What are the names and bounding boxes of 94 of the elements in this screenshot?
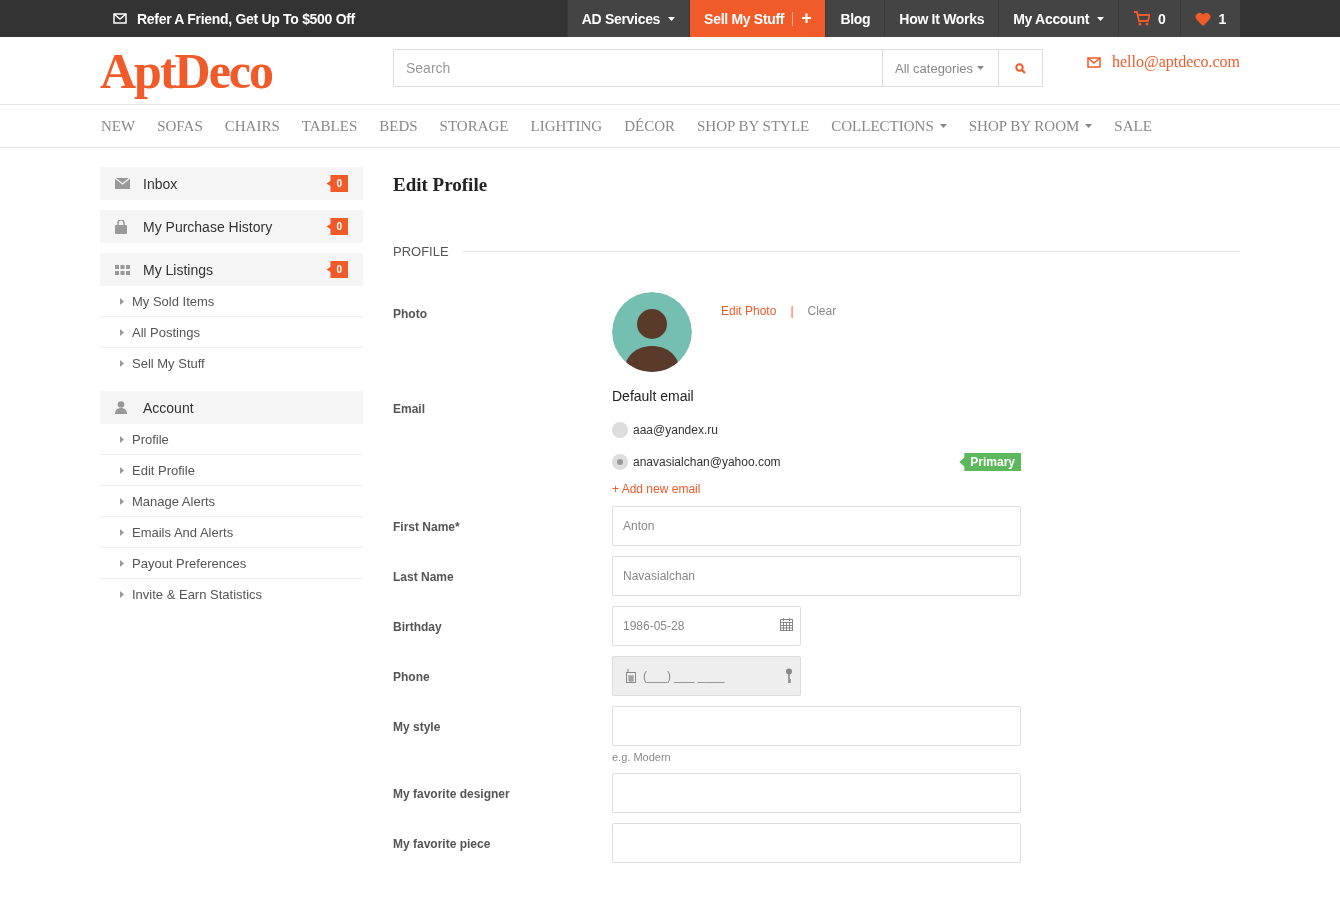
cart-icon [1133, 11, 1150, 26]
cart-link[interactable]: 0 [1118, 0, 1180, 37]
input-field[interactable] [612, 773, 1021, 813]
separator-text: | [790, 304, 794, 320]
caret-right-icon [120, 435, 124, 443]
sidebar-subitem[interactable]: Emails And Alerts [100, 517, 363, 548]
caret-right-icon [120, 466, 124, 474]
sidebar-item[interactable]: Account [100, 391, 363, 424]
sidebar-subitem[interactable]: All Postings [100, 317, 363, 348]
sidebar-item[interactable]: My Listings 0 [100, 253, 363, 286]
bag-icon [115, 219, 127, 234]
caret-icon [668, 16, 676, 21]
envelope-icon [113, 13, 127, 24]
category-link[interactable]: SHOP BY STYLE [697, 117, 810, 135]
sidebar-item[interactable]: My Purchase History 0 [100, 210, 363, 243]
category-link[interactable]: LIGHTING [530, 117, 603, 135]
top-nav-link[interactable]: How It Works [884, 0, 999, 37]
email-heading: Default email [612, 388, 695, 404]
field-label: My favorite piece [393, 836, 492, 851]
category-link[interactable]: DÉCOR [624, 117, 675, 135]
field-label: First Name* [393, 519, 461, 534]
top-nav-link[interactable]: Sell My Stuff + [689, 0, 826, 37]
field-label: Photo [393, 306, 428, 321]
input-field[interactable] [612, 823, 1021, 863]
caret-right-icon [120, 590, 124, 598]
add-email-link[interactable]: + Add new email [612, 482, 1240, 496]
caret-icon [1097, 16, 1104, 21]
caret-right-icon [120, 359, 124, 367]
category-link[interactable]: NEW [101, 117, 136, 135]
count-badge: 0 [326, 175, 348, 192]
caret-right-icon [120, 297, 124, 305]
field-label: Last Name [393, 569, 455, 584]
primary-badge: Primary [959, 453, 1021, 471]
category-link[interactable]: SOFAS [157, 117, 203, 135]
sidebar-subitem[interactable]: Invite & Earn Statistics [100, 579, 363, 609]
field-label: My style [393, 719, 442, 734]
caret-right-icon [120, 528, 124, 536]
field-label: Birthday [393, 619, 443, 634]
search-icon [1015, 62, 1026, 74]
sidebar-subitem[interactable]: Payout Preferences [100, 548, 363, 579]
calendar-icon [780, 618, 793, 631]
page-title: Edit Profile [393, 174, 489, 196]
sidebar-subitem[interactable]: Sell My Stuff [100, 348, 363, 378]
top-nav-link[interactable]: Blog [825, 0, 885, 37]
caret-icon [1085, 124, 1093, 128]
category-link[interactable]: TABLES [301, 117, 358, 135]
section-heading: PROFILE [393, 244, 449, 259]
category-dropdown[interactable]: All categories [882, 49, 998, 87]
clear-link[interactable]: Clear [807, 304, 837, 372]
sidebar-item[interactable]: Inbox 0 [100, 167, 363, 200]
category-link[interactable]: SALE [1114, 117, 1152, 135]
category-link[interactable]: STORAGE [439, 117, 509, 135]
grid-icon [115, 264, 130, 275]
email-link[interactable]: hello@aptdeco.com [1086, 53, 1240, 71]
envelope-icon [115, 178, 130, 189]
input-field[interactable]: Anton [612, 506, 1021, 546]
sidebar-subitem[interactable]: My Sold Items [100, 286, 363, 317]
edit-photo-link[interactable]: Edit Photo [721, 304, 777, 372]
envelope-icon [1086, 56, 1102, 68]
category-link[interactable]: COLLECTIONS [831, 117, 947, 135]
search-button[interactable] [998, 49, 1043, 87]
radio-button[interactable] [612, 422, 628, 438]
search-field[interactable]: Search [393, 49, 882, 87]
sidebar-subitem[interactable]: Edit Profile [100, 455, 363, 486]
caret-icon [939, 124, 947, 128]
caret-right-icon [120, 328, 124, 336]
input-field[interactable] [612, 706, 1021, 746]
email-address: aaa@yandex.ru [633, 423, 718, 437]
person-icon [115, 401, 127, 414]
logo[interactable]: AptDeco [100, 43, 393, 99]
key-icon [785, 668, 793, 684]
favorites-link[interactable]: 1 [1179, 0, 1240, 37]
sidebar-subitem[interactable]: Manage Alerts [100, 486, 363, 517]
top-nav-link[interactable]: AD Services [566, 0, 690, 37]
radio-button[interactable] [612, 454, 628, 470]
category-link[interactable]: BEDS [379, 117, 418, 135]
count-badge: 0 [326, 218, 348, 235]
field-hint: e.g. Modern [612, 751, 672, 763]
category-link[interactable]: CHAIRS [224, 117, 280, 135]
field-label: Email [393, 401, 426, 416]
date-field[interactable]: 1986-05-28 [612, 606, 801, 646]
input-field[interactable]: Navasialchan [612, 556, 1021, 596]
caret-icon [977, 66, 985, 70]
heart-icon [1194, 11, 1211, 26]
count-badge: 0 [326, 261, 348, 278]
field-label: Phone [393, 669, 431, 684]
top-nav-link[interactable]: My Account [998, 0, 1118, 37]
category-link[interactable]: SHOP BY ROOM [968, 117, 1093, 135]
email-address: anavasialchan@yahoo.com [633, 455, 781, 469]
field-label: My favorite designer [393, 786, 511, 801]
sidebar-subitem[interactable]: Profile [100, 424, 363, 455]
caret-right-icon [120, 497, 124, 505]
caret-right-icon [120, 559, 124, 567]
promo-text: Refer A Friend, Get Up To $500 Off [137, 10, 355, 27]
